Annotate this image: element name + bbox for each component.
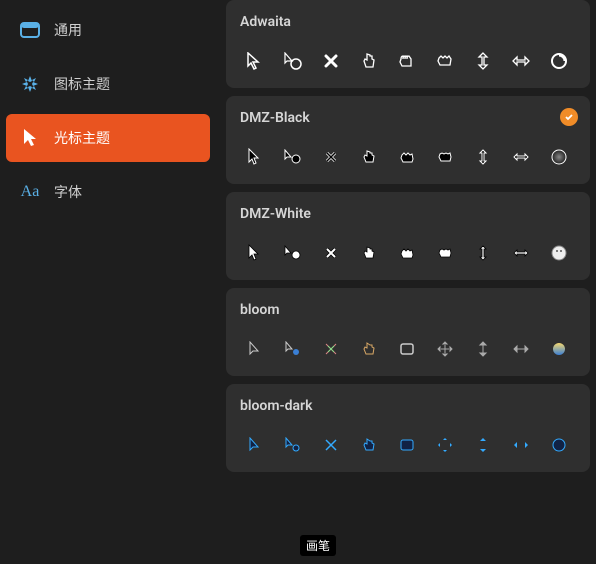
cross-cursor-icon: [320, 434, 342, 456]
arrow-cursor-icon: [244, 338, 266, 360]
hand-cursor-icon: [358, 146, 380, 168]
grab-cursor-icon: [396, 50, 418, 72]
move-cursor-icon: [434, 338, 456, 360]
theme-title: DMZ-White: [240, 206, 576, 222]
font-icon: Aa: [20, 182, 40, 202]
sidebar-item-label: 光标主题: [54, 128, 110, 148]
resize-h-cursor-icon: [510, 50, 532, 72]
theme-title: Adwaita: [240, 14, 576, 30]
wait-cursor-icon: [548, 146, 570, 168]
arrow-cursor-icon: [244, 434, 266, 456]
move-cursor-icon: [434, 434, 456, 456]
cross-cursor-icon: [320, 242, 342, 264]
theme-card-dmz-black[interactable]: DMZ-Black: [226, 96, 590, 184]
busy-cursor-icon: [282, 146, 304, 168]
wait-cursor-icon: [548, 242, 570, 264]
theme-title: bloom-dark: [240, 398, 576, 414]
theme-card-bloom[interactable]: bloom: [226, 288, 590, 376]
busy-cursor-icon: [282, 242, 304, 264]
cross-cursor-icon: [320, 338, 342, 360]
busy-cursor-icon: [282, 50, 304, 72]
cross-cursor-icon: [320, 50, 342, 72]
theme-card-dmz-white[interactable]: DMZ-White: [226, 192, 590, 280]
cursor-preview-row: [240, 146, 576, 168]
icon-theme-icon: [20, 74, 40, 94]
grabbing-cursor-icon: [434, 242, 456, 264]
sidebar-item-general[interactable]: 通用: [6, 6, 210, 54]
resize-h-cursor-icon: [510, 146, 532, 168]
resize-v-cursor-icon: [472, 146, 494, 168]
grabbing-cursor-icon: [434, 50, 456, 72]
theme-card-adwaita[interactable]: Adwaita: [226, 0, 590, 88]
cursor-theme-icon: [20, 128, 40, 148]
resize-h-cursor-icon: [510, 338, 532, 360]
sidebar-item-label: 通用: [54, 20, 82, 40]
cursor-preview-row: [240, 338, 576, 360]
resize-v-cursor-icon: [472, 50, 494, 72]
tooltip: 画笔: [300, 535, 336, 556]
grab-cursor-icon: [396, 434, 418, 456]
hand-cursor-icon: [358, 50, 380, 72]
hand-cursor-icon: [358, 242, 380, 264]
grab-cursor-icon: [396, 146, 418, 168]
sidebar-item-icon-theme[interactable]: 图标主题: [6, 60, 210, 108]
grab-cursor-icon: [396, 242, 418, 264]
sidebar-item-cursor-theme[interactable]: 光标主题: [6, 114, 210, 162]
grabbing-cursor-icon: [434, 146, 456, 168]
cross-cursor-icon: [320, 146, 342, 168]
wait-cursor-icon: [548, 50, 570, 72]
busy-cursor-icon: [282, 434, 304, 456]
sidebar-item-label: 图标主题: [54, 74, 110, 94]
sidebar-item-font[interactable]: Aa 字体: [6, 168, 210, 216]
cursor-preview-row: [240, 50, 576, 72]
selected-checkmark-icon: [560, 108, 578, 126]
general-icon: [20, 20, 40, 40]
wait-cursor-icon: [548, 338, 570, 360]
grab-cursor-icon: [396, 338, 418, 360]
theme-card-bloom-dark[interactable]: bloom-dark: [226, 384, 590, 472]
hand-cursor-icon: [358, 434, 380, 456]
sidebar: 通用 图标主题 光标主题 Aa 字体: [0, 0, 216, 564]
resize-v-cursor-icon: [472, 434, 494, 456]
cursor-preview-row: [240, 434, 576, 456]
resize-v-cursor-icon: [472, 242, 494, 264]
sidebar-item-label: 字体: [54, 182, 82, 202]
arrow-cursor-icon: [244, 146, 266, 168]
theme-title: bloom: [240, 302, 576, 318]
wait-cursor-icon: [548, 434, 570, 456]
theme-list: Adwaita DMZ-Black: [216, 0, 596, 564]
resize-v-cursor-icon: [472, 338, 494, 360]
arrow-cursor-icon: [244, 50, 266, 72]
hand-cursor-icon: [358, 338, 380, 360]
cursor-preview-row: [240, 242, 576, 264]
arrow-cursor-icon: [244, 242, 266, 264]
resize-h-cursor-icon: [510, 242, 532, 264]
resize-h-cursor-icon: [510, 434, 532, 456]
busy-cursor-icon: [282, 338, 304, 360]
theme-title: DMZ-Black: [240, 110, 576, 126]
